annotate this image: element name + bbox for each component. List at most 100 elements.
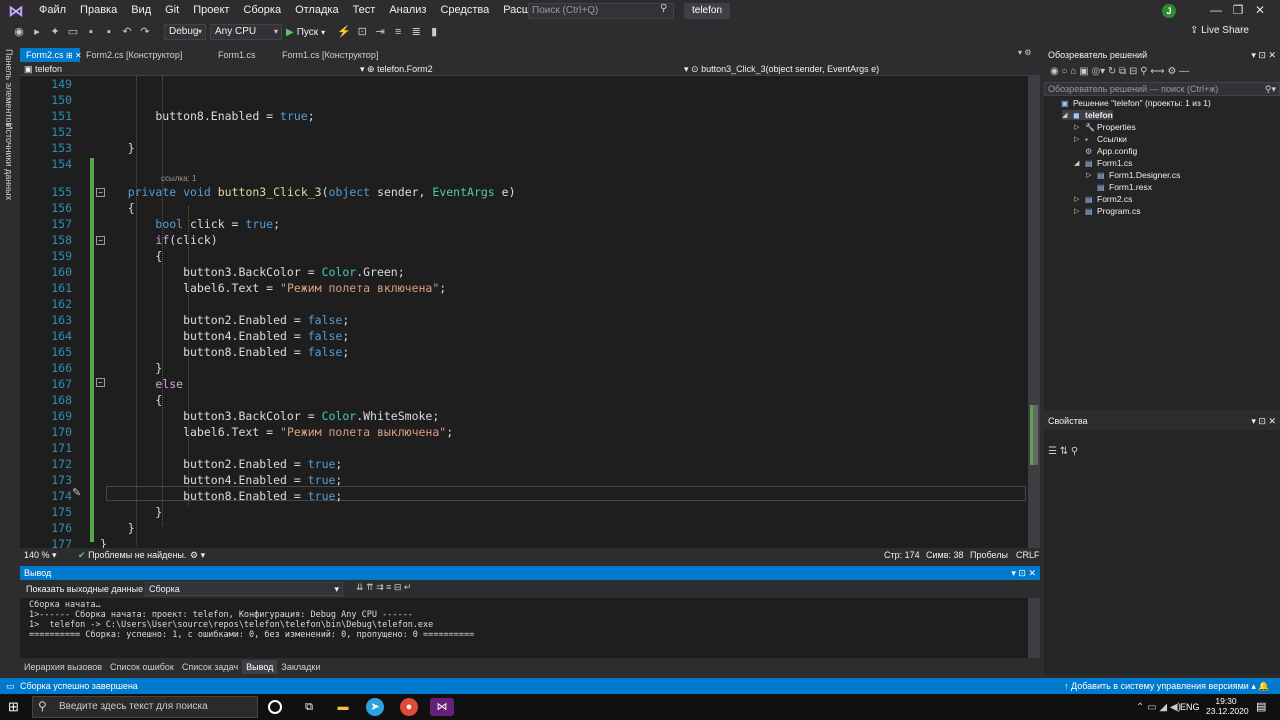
code-line[interactable]: { <box>100 392 162 408</box>
code-line[interactable]: label6.Text = "Режим полета выключена"; <box>100 424 453 440</box>
open-folder-icon[interactable]: ▭ <box>66 25 80 39</box>
run-button[interactable]: ▶ Пуск ▾ <box>286 27 325 38</box>
tray-icons[interactable]: ⌃ ▭ ◢ ◀) <box>1136 702 1181 713</box>
tree-node[interactable]: ▷ ▤ Form2.cs <box>1074 194 1132 204</box>
code-line[interactable]: button4.Enabled = false; <box>100 328 349 344</box>
code-line[interactable]: button4.Enabled = true; <box>100 472 342 488</box>
code-line[interactable]: } <box>100 360 162 376</box>
tab-form1-cs[interactable]: Form1.cs <box>198 48 262 62</box>
code-line[interactable]: button2.Enabled = true; <box>100 456 342 472</box>
expand-icon[interactable]: ◢ <box>1074 159 1082 167</box>
properties-tool-icons[interactable]: ☰ ⇅ ⚲ <box>1048 446 1078 457</box>
save-all-icon[interactable]: ▪ <box>102 25 116 39</box>
menu-item[interactable]: Средства <box>433 0 496 21</box>
expand-icon[interactable]: ▷ <box>1086 171 1094 179</box>
expand-icon[interactable]: ▷ <box>1074 135 1082 143</box>
menu-item[interactable]: Файл <box>32 0 73 21</box>
menu-item[interactable]: Отладка <box>288 0 345 21</box>
code-line[interactable]: else <box>100 376 183 392</box>
action-center-icon[interactable]: ▤ <box>1256 700 1266 713</box>
bottom-tab[interactable]: Вывод <box>242 660 278 674</box>
forward-icon[interactable]: ▸ <box>30 25 44 39</box>
avatar[interactable]: J <box>1162 4 1176 18</box>
bottom-tab[interactable]: Закладки <box>277 660 324 674</box>
menu-item[interactable]: Анализ <box>382 0 433 21</box>
code-line[interactable]: { <box>100 248 162 264</box>
clock[interactable]: 19:30 23.12.2020 <box>1206 696 1249 716</box>
se-tool-icons[interactable]: ◉ ○ ⌂ ▣ ◎▾ ↻ ⧉ ⊟ ⚲ ⟷ ⚙ — <box>1050 66 1189 77</box>
menu-item[interactable]: Git <box>158 0 186 21</box>
code-line[interactable]: button8.Enabled = true; <box>100 108 314 124</box>
menu-item[interactable]: Вид <box>124 0 158 21</box>
live-share-button[interactable]: ⇪ Live Share <box>1190 25 1249 36</box>
task-view-icon[interactable]: ⧉ <box>300 698 318 716</box>
panel-controls-icon[interactable]: ▾ ⊡ ✕ <box>1011 566 1036 580</box>
code-line[interactable]: button8.Enabled = false; <box>100 344 349 360</box>
code-line[interactable]: button2.Enabled = false; <box>100 312 349 328</box>
output-tool-icons[interactable]: ⇊ ⇈ ⇉ ≡ ⊟ ↵ <box>356 582 411 593</box>
code-line[interactable]: button3.BackColor = Color.WhiteSmoke; <box>100 408 439 424</box>
tree-node[interactable]: ▤ Form1.resx <box>1086 182 1152 192</box>
tree-node[interactable]: ◢ ▤ Form1.cs <box>1074 158 1132 168</box>
bookmark-icon[interactable]: ▮ <box>427 25 441 39</box>
tree-node[interactable]: ◢ ◼ telefon <box>1062 110 1113 120</box>
config-combo[interactable]: Debug ▾ <box>164 24 206 40</box>
editor-scrollbar[interactable] <box>1028 76 1040 548</box>
solution-search-input[interactable]: Обозреватель решений — поиск (Ctrl+ж) ⚲▾ <box>1044 82 1280 96</box>
windows-start-icon[interactable]: ⊞ <box>8 699 19 715</box>
zoom-level[interactable]: 140 % ▾ <box>24 550 57 561</box>
problems-indicator[interactable]: ✔ Проблемы не найдены. <box>78 550 186 561</box>
save-icon[interactable]: ▪ <box>84 25 98 39</box>
new-project-icon[interactable]: ✦ <box>48 25 62 39</box>
comment-icon[interactable]: ≡ <box>391 25 405 39</box>
brush-icon[interactable]: ⚙ ▾ <box>190 550 205 561</box>
visual-studio-taskbar-icon[interactable]: ⋈ <box>430 698 454 716</box>
tree-node[interactable]: ▷ 🔧 Properties <box>1074 122 1136 132</box>
code-line[interactable]: } <box>100 140 135 156</box>
data-sources-tab[interactable]: Источники данных <box>4 123 14 200</box>
bottom-tab[interactable]: Иерархия вызовов <box>20 660 106 674</box>
tab-form1-designer[interactable]: Form1.cs [Конструктор] <box>262 48 392 62</box>
platform-combo[interactable]: Any CPU ▾ <box>210 24 282 40</box>
class-combo[interactable]: ▾ ⊕ telefon.Form2 <box>360 62 690 76</box>
expand-icon[interactable]: ▷ <box>1074 195 1082 203</box>
code-editor[interactable]: 149 150 151 152 153 154 155 156 157 158 159 160 161 1… <box>20 76 1028 548</box>
redo-icon[interactable]: ↷ <box>138 25 152 39</box>
toolbox-tab[interactable]: Панель элементов <box>4 49 14 127</box>
quick-actions-icon[interactable]: ✎ <box>72 486 81 499</box>
bottom-tab[interactable]: Список ошибок <box>106 660 178 674</box>
cortana-icon[interactable] <box>268 700 282 714</box>
close-button[interactable]: ✕ <box>1240 0 1280 21</box>
taskbar-search-input[interactable]: Введите здесь текст для поиска <box>32 696 258 718</box>
panel-controls-icon[interactable]: ▾ ⊡ ✕ <box>1251 48 1276 62</box>
output-text[interactable]: Сборка начата… 1>------ Сборка начата: пр… <box>20 598 1028 658</box>
tab-form2-designer[interactable]: Form2.cs [Конструктор] <box>80 48 198 62</box>
code-line[interactable]: bool click = true; <box>100 216 280 232</box>
menu-item[interactable]: Сборка <box>236 0 288 21</box>
tree-node[interactable]: ▷ ▪ Ссылки <box>1074 134 1127 144</box>
expand-icon[interactable]: ▷ <box>1074 123 1082 131</box>
expand-icon[interactable]: ◢ <box>1062 111 1070 119</box>
code-line[interactable]: } <box>100 520 135 536</box>
output-scrollbar[interactable] <box>1028 598 1040 658</box>
code-line[interactable]: } <box>100 504 162 520</box>
project-combo[interactable]: ▣ telefon <box>24 62 364 76</box>
code-line[interactable]: { <box>100 200 135 216</box>
language-indicator[interactable]: ENG <box>1180 702 1200 712</box>
bottom-tab[interactable]: Список задач <box>178 660 242 674</box>
code-line[interactable]: } <box>100 536 107 548</box>
codelens-references[interactable]: ссылка: 1 <box>161 174 196 183</box>
expand-icon[interactable]: ▷ <box>1074 207 1082 215</box>
undo-icon[interactable]: ↶ <box>120 25 134 39</box>
tree-node[interactable]: ▷ ▤ Program.cs <box>1074 206 1140 216</box>
menu-item[interactable]: Тест <box>346 0 383 21</box>
step-icon[interactable]: ⇥ <box>373 25 387 39</box>
chrome-icon[interactable]: ● <box>400 698 418 716</box>
code-line[interactable]: private void button3_Click_3(object send… <box>100 184 516 200</box>
output-source-combo[interactable]: Сборка ▾ <box>145 582 343 596</box>
notifications-icon[interactable]: 🔔 <box>1258 678 1269 694</box>
search-input[interactable]: Поиск (Ctrl+Q) <box>528 3 674 19</box>
whitespace-mode[interactable]: Пробелы <box>970 550 1008 560</box>
tab-form2-cs[interactable]: Form2.cs ⊞ ✕ <box>20 48 82 62</box>
code-line[interactable]: button8.Enabled = true; <box>100 488 342 504</box>
